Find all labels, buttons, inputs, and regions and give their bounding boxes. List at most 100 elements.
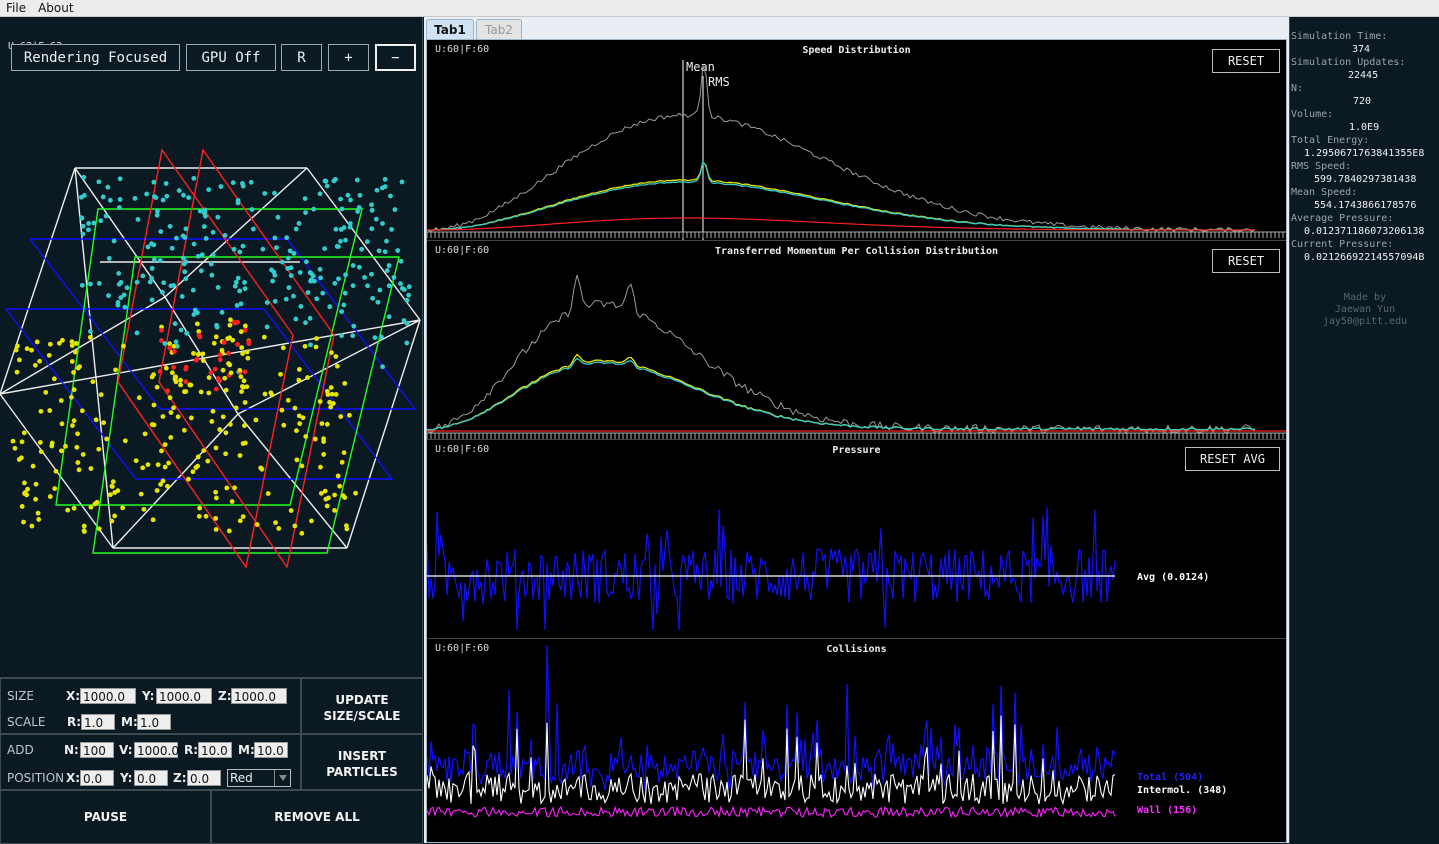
particle [200, 358, 206, 364]
particle [359, 246, 365, 252]
cube-edge [306, 167, 421, 321]
particle [16, 457, 22, 462]
particle [178, 382, 183, 388]
particle [21, 430, 27, 436]
particle [314, 336, 319, 341]
reset-view-button[interactable]: R [281, 44, 322, 71]
update-size-scale-button[interactable]: UPDATE SIZE/SCALE [301, 678, 423, 734]
credit-line1: Made by [1343, 292, 1387, 303]
particle [399, 179, 405, 185]
particle [272, 190, 277, 196]
particle [135, 217, 141, 222]
speed-cyan-curve [427, 160, 1256, 232]
remove-all-button[interactable]: REMOVE ALL [211, 790, 423, 844]
particle [154, 384, 160, 390]
tab-1[interactable]: Tab1 [426, 19, 474, 39]
particle [210, 252, 216, 258]
add-v-input[interactable]: 1000.0 [134, 742, 179, 758]
particle [98, 392, 104, 398]
position-x-input[interactable]: 0.0 [80, 770, 114, 786]
particle [293, 226, 299, 232]
particle [322, 178, 328, 184]
particle [101, 420, 107, 426]
rendering-mode-button[interactable]: Rendering Focused [11, 44, 180, 71]
particle [258, 465, 264, 471]
particle [180, 233, 186, 239]
size-y-input[interactable]: 1000.0 [156, 688, 212, 704]
position-z-input[interactable]: 0.0 [187, 770, 221, 786]
particle [59, 448, 64, 454]
particle [326, 495, 331, 501]
particle [186, 476, 191, 482]
color-select[interactable]: Red [227, 769, 291, 787]
particle [149, 374, 155, 380]
particle [209, 419, 215, 424]
particle [32, 362, 38, 368]
particle [335, 473, 341, 479]
particle-scene-view[interactable] [0, 147, 423, 577]
particle [120, 343, 126, 349]
size-x-input[interactable]: 1000.0 [80, 688, 136, 704]
pause-button[interactable]: PAUSE [0, 790, 211, 844]
collisions-wall-line [427, 804, 1116, 819]
particle [297, 421, 303, 427]
particle [215, 376, 221, 381]
position-y-input[interactable]: 0.0 [134, 770, 168, 786]
particle [58, 398, 64, 403]
particle [194, 356, 200, 362]
particle [210, 229, 216, 235]
particle [280, 345, 286, 351]
particle [108, 492, 113, 498]
particle [81, 529, 87, 534]
menu-file[interactable]: File [0, 0, 32, 17]
particle [105, 184, 111, 190]
particle [296, 413, 302, 419]
particle [342, 381, 348, 386]
particle [242, 280, 247, 285]
insert-particles-button[interactable]: INSERT PARTICLES [301, 734, 423, 790]
pressure-average-label: Avg (0.0124) [1137, 572, 1209, 583]
particle [296, 221, 302, 226]
particle [157, 369, 163, 374]
size-z-input[interactable]: 1000.0 [231, 688, 287, 704]
particle [172, 321, 178, 327]
scale-m-input[interactable]: 1.0 [137, 714, 171, 730]
particle [332, 280, 338, 286]
zoom-in-button[interactable]: + [328, 44, 369, 71]
n-label: N: [1291, 83, 1304, 94]
particle [244, 349, 250, 355]
add-n-input[interactable]: 100 [80, 742, 114, 758]
particle [151, 242, 157, 248]
particle [51, 376, 57, 382]
particle [10, 438, 16, 444]
particle [68, 394, 74, 400]
particle [291, 293, 296, 299]
add-r-input[interactable]: 10.0 [198, 742, 232, 758]
particle [22, 480, 27, 486]
gpu-toggle-button[interactable]: GPU Off [186, 44, 276, 71]
particle [230, 180, 236, 186]
particle [239, 389, 244, 395]
particle [357, 192, 363, 198]
particle [33, 481, 39, 487]
particle [343, 272, 348, 278]
particle [341, 450, 347, 456]
menu-about[interactable]: About [32, 0, 79, 17]
add-m-input[interactable]: 10.0 [254, 742, 288, 758]
scene-panel: U:62|F:62 Rendering Focused GPU Off R + … [0, 17, 423, 844]
particle [150, 517, 156, 523]
particle [298, 304, 304, 309]
scale-r-input[interactable]: 1.0 [81, 714, 115, 730]
tab-2[interactable]: Tab2 [476, 19, 522, 39]
particle [132, 195, 138, 201]
particle [49, 443, 55, 449]
particle [182, 389, 187, 395]
rms-marker-label: RMS [708, 75, 730, 89]
particle [36, 517, 42, 522]
particle [30, 463, 36, 469]
particle [248, 179, 254, 185]
particle [12, 445, 18, 451]
particle [149, 275, 154, 281]
zoom-out-button[interactable]: − [375, 44, 416, 71]
particle [233, 405, 239, 411]
